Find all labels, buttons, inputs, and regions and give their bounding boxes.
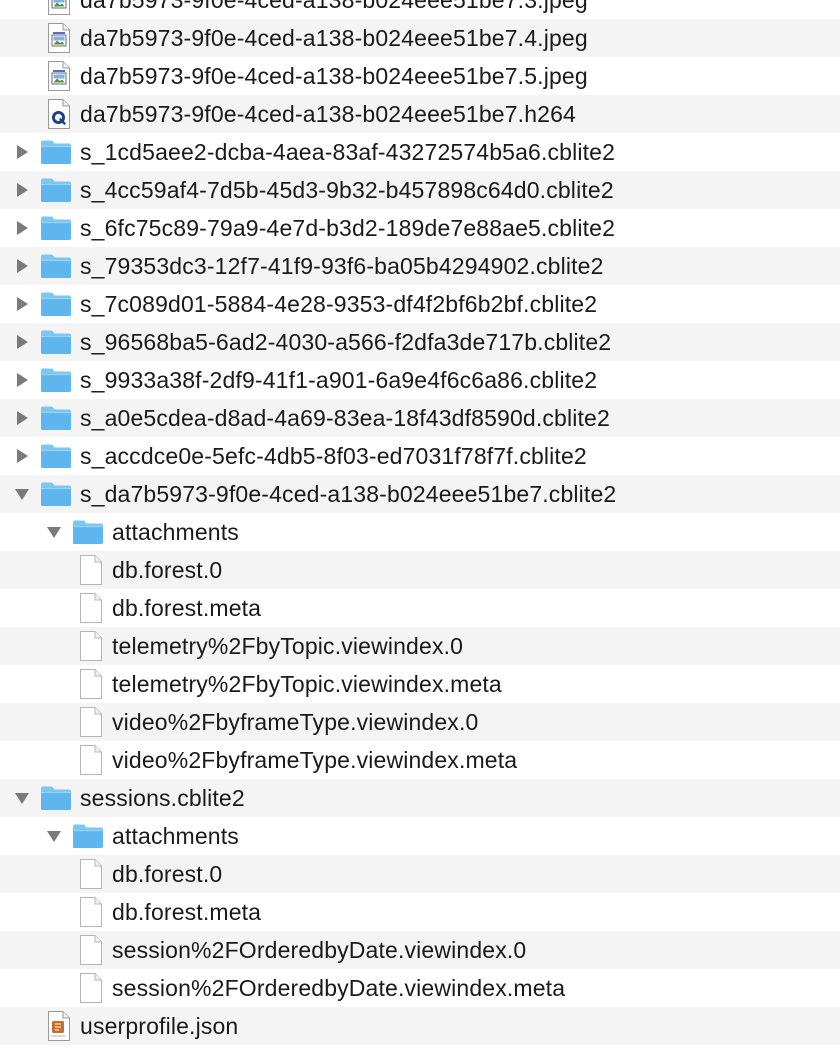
file-row[interactable]: session%2FOrderedbyDate.viewindex.0 — [0, 931, 840, 969]
document-icon — [75, 893, 107, 931]
file-name: da7b5973-9f0e-4ced-a138-b024eee51be7.h26… — [80, 101, 576, 127]
folder-row[interactable]: s_9933a38f-2df9-41f1-a901-6a9e4f6c6a86.c… — [0, 361, 840, 399]
file-row[interactable]: db.forest.meta — [0, 589, 840, 627]
file-name: da7b5973-9f0e-4ced-a138-b024eee51be7.5.j… — [80, 63, 588, 89]
file-name: da7b5973-9f0e-4ced-a138-b024eee51be7.3.j… — [80, 0, 588, 13]
folder-name: attachments — [112, 519, 239, 545]
folder-icon — [40, 779, 72, 817]
folder-name: s_6fc75c89-79a9-4e7d-b3d2-189de7e88ae5.c… — [80, 215, 616, 241]
folder-name: s_9933a38f-2df9-41f1-a901-6a9e4f6c6a86.c… — [80, 367, 598, 393]
file-row[interactable]: telemetry%2FbyTopic.viewindex.meta — [0, 665, 840, 703]
finder-file-list: da7b5973-9f0e-4ced-a138-b024eee51be7.3.j… — [0, 0, 840, 1045]
disclosure-expanded-icon[interactable] — [10, 475, 34, 513]
disclosure-collapsed-icon[interactable] — [10, 285, 34, 323]
jpeg-file-icon — [43, 19, 75, 57]
folder-icon — [40, 437, 72, 475]
folder-row[interactable]: attachments — [0, 817, 840, 855]
folder-row[interactable]: s_da7b5973-9f0e-4ced-a138-b024eee51be7.c… — [0, 475, 840, 513]
folder-name: sessions.cblite2 — [80, 785, 245, 811]
document-icon — [75, 703, 107, 741]
disclosure-collapsed-icon[interactable] — [10, 323, 34, 361]
folder-row[interactable]: s_a0e5cdea-d8ad-4a69-83ea-18f43df8590d.c… — [0, 399, 840, 437]
file-name: session%2FOrderedbyDate.viewindex.meta — [112, 975, 566, 1001]
folder-icon — [72, 817, 104, 855]
folder-row[interactable]: s_7c089d01-5884-4e28-9353-df4f2bf6b2bf.c… — [0, 285, 840, 323]
file-name: userprofile.json — [80, 1013, 239, 1039]
folder-icon — [40, 209, 72, 247]
folder-name: s_1cd5aee2-dcba-4aea-83af-43272574b5a6.c… — [80, 139, 616, 165]
file-row[interactable]: video%2FbyframeType.viewindex.0 — [0, 703, 840, 741]
folder-icon — [40, 361, 72, 399]
folder-name: s_accdce0e-5efc-4db5-8f03-ed7031f78f7f.c… — [80, 443, 587, 469]
file-row[interactable]: db.forest.meta — [0, 893, 840, 931]
document-icon — [75, 627, 107, 665]
document-icon — [75, 589, 107, 627]
file-row[interactable]: da7b5973-9f0e-4ced-a138-b024eee51be7.4.j… — [0, 19, 840, 57]
folder-row[interactable]: s_79353dc3-12f7-41f9-93f6-ba05b4294902.c… — [0, 247, 840, 285]
folder-name: attachments — [112, 823, 239, 849]
json-file-icon — [43, 1007, 75, 1045]
folder-icon — [72, 513, 104, 551]
folder-row[interactable]: s_1cd5aee2-dcba-4aea-83af-43272574b5a6.c… — [0, 133, 840, 171]
folder-name: s_7c089d01-5884-4e28-9353-df4f2bf6b2bf.c… — [80, 291, 598, 317]
file-name: video%2FbyframeType.viewindex.meta — [112, 747, 518, 773]
folder-icon — [40, 171, 72, 209]
jpeg-file-icon — [43, 57, 75, 95]
file-row[interactable]: userprofile.json — [0, 1007, 840, 1045]
folder-row[interactable]: s_6fc75c89-79a9-4e7d-b3d2-189de7e88ae5.c… — [0, 209, 840, 247]
file-name: db.forest.meta — [112, 899, 262, 925]
file-row[interactable]: da7b5973-9f0e-4ced-a138-b024eee51be7.h26… — [0, 95, 840, 133]
folder-name: s_da7b5973-9f0e-4ced-a138-b024eee51be7.c… — [80, 481, 617, 507]
folder-icon — [40, 285, 72, 323]
disclosure-collapsed-icon[interactable] — [10, 361, 34, 399]
file-row[interactable]: da7b5973-9f0e-4ced-a138-b024eee51be7.3.j… — [0, 0, 840, 19]
file-name: telemetry%2FbyTopic.viewindex.0 — [112, 633, 464, 659]
document-icon — [75, 741, 107, 779]
disclosure-collapsed-icon[interactable] — [10, 209, 34, 247]
folder-icon — [40, 323, 72, 361]
file-name: session%2FOrderedbyDate.viewindex.0 — [112, 937, 527, 963]
disclosure-collapsed-icon[interactable] — [10, 171, 34, 209]
document-icon — [75, 551, 107, 589]
file-name: db.forest.meta — [112, 595, 262, 621]
disclosure-expanded-icon[interactable] — [42, 817, 66, 855]
folder-name: s_79353dc3-12f7-41f9-93f6-ba05b4294902.c… — [80, 253, 604, 279]
document-icon — [75, 969, 107, 1007]
file-name: da7b5973-9f0e-4ced-a138-b024eee51be7.4.j… — [80, 25, 588, 51]
folder-name: s_96568ba5-6ad2-4030-a566-f2dfa3de717b.c… — [80, 329, 612, 355]
file-row[interactable]: db.forest.0 — [0, 551, 840, 589]
file-row[interactable]: video%2FbyframeType.viewindex.meta — [0, 741, 840, 779]
file-row[interactable]: db.forest.0 — [0, 855, 840, 893]
quicktime-file-icon — [43, 95, 75, 133]
file-name: telemetry%2FbyTopic.viewindex.meta — [112, 671, 502, 697]
folder-row[interactable]: sessions.cblite2 — [0, 779, 840, 817]
folder-row[interactable]: s_4cc59af4-7d5b-45d3-9b32-b457898c64d0.c… — [0, 171, 840, 209]
document-icon — [75, 665, 107, 703]
file-row[interactable]: telemetry%2FbyTopic.viewindex.0 — [0, 627, 840, 665]
document-icon — [75, 931, 107, 969]
folder-icon — [40, 475, 72, 513]
folder-row[interactable]: attachments — [0, 513, 840, 551]
jpeg-file-icon — [43, 0, 75, 19]
folder-row[interactable]: s_accdce0e-5efc-4db5-8f03-ed7031f78f7f.c… — [0, 437, 840, 475]
folder-icon — [40, 399, 72, 437]
file-name: db.forest.0 — [112, 861, 223, 887]
folder-name: s_4cc59af4-7d5b-45d3-9b32-b457898c64d0.c… — [80, 177, 614, 203]
folder-name: s_a0e5cdea-d8ad-4a69-83ea-18f43df8590d.c… — [80, 405, 610, 431]
folder-row[interactable]: s_96568ba5-6ad2-4030-a566-f2dfa3de717b.c… — [0, 323, 840, 361]
file-row[interactable]: session%2FOrderedbyDate.viewindex.meta — [0, 969, 840, 1007]
disclosure-collapsed-icon[interactable] — [10, 247, 34, 285]
file-name: db.forest.0 — [112, 557, 223, 583]
disclosure-expanded-icon[interactable] — [10, 779, 34, 817]
folder-icon — [40, 133, 72, 171]
disclosure-collapsed-icon[interactable] — [10, 437, 34, 475]
disclosure-collapsed-icon[interactable] — [10, 399, 34, 437]
disclosure-expanded-icon[interactable] — [42, 513, 66, 551]
file-row[interactable]: da7b5973-9f0e-4ced-a138-b024eee51be7.5.j… — [0, 57, 840, 95]
disclosure-collapsed-icon[interactable] — [10, 133, 34, 171]
file-name: video%2FbyframeType.viewindex.0 — [112, 709, 479, 735]
folder-icon — [40, 247, 72, 285]
document-icon — [75, 855, 107, 893]
